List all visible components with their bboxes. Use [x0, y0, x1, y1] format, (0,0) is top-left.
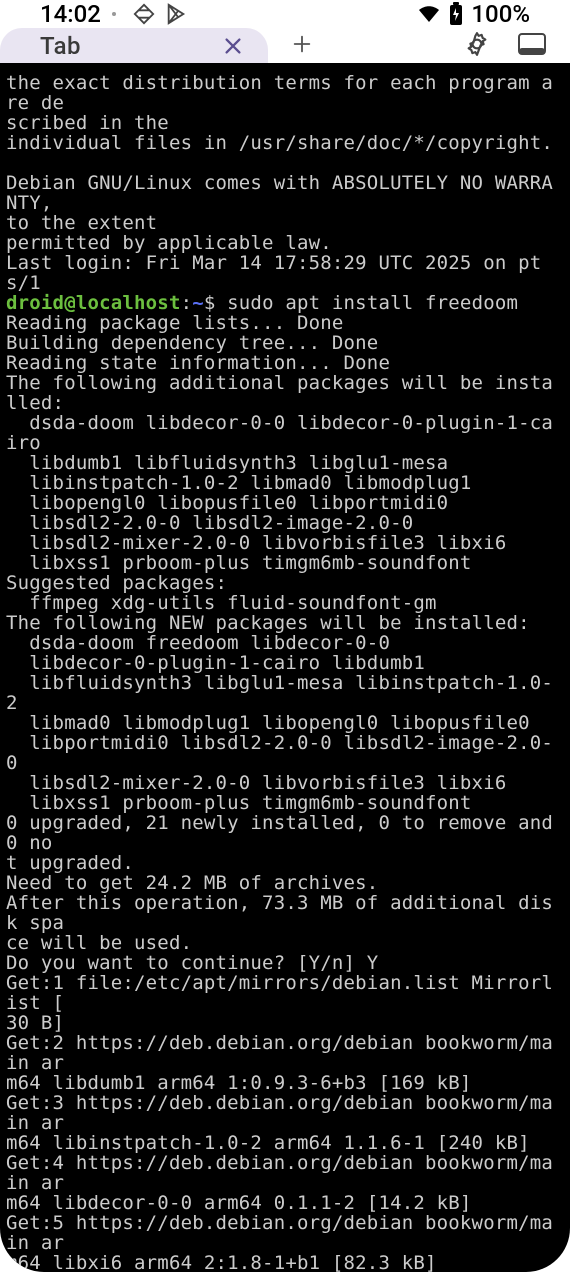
sidebar-toggle-icon[interactable] [518, 32, 546, 60]
term-line: 30 B] [6, 1012, 64, 1034]
clock: 14:02 [40, 0, 101, 28]
prompt-sep: : [181, 292, 193, 314]
term-line: m64 libdecor-0-0 arm64 0.1.1-2 [14.2 kB] [6, 1192, 472, 1214]
term-line: Last login: Fri Mar 14 17:58:29 UTC 2025… [6, 252, 541, 294]
term-line: libmad0 libmodplug1 libopengl0 libopusfi… [6, 712, 530, 734]
terminal-output[interactable]: the exact distribution terms for each pr… [0, 63, 570, 1272]
tab-bar: Tab [0, 28, 570, 63]
term-line: m64 libdumb1 arm64 1:0.9.3-6+b3 [169 kB] [6, 1072, 472, 1094]
term-line: dsda-doom libdecor-0-0 libdecor-0-plugin… [6, 412, 553, 454]
term-line: libdumb1 libfluidsynth3 libglu1-mesa [6, 452, 448, 474]
term-line: Debian GNU/Linux comes with ABSOLUTELY N… [6, 172, 553, 214]
term-line: Get:1 file:/etc/apt/mirrors/debian.list … [6, 972, 553, 1014]
term-line: to the extent [6, 212, 157, 234]
tab-active[interactable]: Tab [0, 28, 268, 63]
term-line: The following NEW packages will be insta… [6, 612, 530, 634]
term-line: libfluidsynth3 libglu1-mesa libinstpatch… [6, 672, 553, 714]
prompt-dollar: $ [204, 292, 227, 314]
battery-icon [449, 2, 463, 26]
term-command: sudo apt install freedoom [227, 292, 518, 314]
tab-title: Tab [40, 32, 81, 60]
term-line: the exact distribution terms for each pr… [6, 72, 553, 114]
term-line: Reading state information... Done [6, 352, 390, 374]
term-line: m64 libinstpatch-1.0-2 arm64 1.1.6-1 [24… [6, 1132, 530, 1154]
term-line: Need to get 24.2 MB of archives. [6, 872, 378, 894]
term-line: libdecor-0-plugin-1-cairo libdumb1 [6, 652, 425, 674]
term-line: libxss1 prboom-plus timgm6mb-soundfont [6, 552, 472, 574]
term-line: Get:3 https://deb.debian.org/debian book… [6, 1092, 553, 1134]
term-line: libopengl0 libopusfile0 libportmidi0 [6, 492, 448, 514]
diamond-icon [133, 3, 155, 25]
term-line: permitted by applicable law. [6, 232, 332, 254]
term-line: m64 libxi6 arm64 2:1.8-1+b1 [82.3 kB] [6, 1252, 437, 1272]
term-line: individual files in /usr/share/doc/*/cop… [6, 132, 553, 154]
term-line: libsdl2-mixer-2.0-0 libvorbisfile3 libxi… [6, 772, 506, 794]
term-line: Get:5 https://deb.debian.org/debian book… [6, 1212, 553, 1254]
term-line: libsdl2-2.0-0 libsdl2-image-2.0-0 [6, 512, 413, 534]
term-line: t upgraded. [6, 852, 134, 874]
term-line: libsdl2-mixer-2.0-0 libvorbisfile3 libxi… [6, 532, 506, 554]
term-line: Reading package lists... Done [6, 312, 344, 334]
term-line: The following additional packages will b… [6, 372, 553, 414]
term-line: Suggested packages: [6, 572, 227, 594]
term-line: libinstpatch-1.0-2 libmad0 libmodplug1 [6, 472, 472, 494]
term-line: libportmidi0 libsdl2-2.0-0 libsdl2-image… [6, 732, 553, 774]
battery-percent: 100% [471, 0, 530, 28]
play-store-icon [165, 3, 187, 25]
term-line: ce will be used. [6, 932, 192, 954]
status-bar: 14:02 100% [0, 0, 570, 28]
term-line: Get:2 https://deb.debian.org/debian book… [6, 1032, 553, 1074]
gear-icon[interactable] [464, 31, 490, 61]
term-line: 0 upgraded, 21 newly installed, 0 to rem… [6, 812, 565, 854]
term-line: dsda-doom freedoom libdecor-0-0 [6, 632, 390, 654]
wifi-icon [417, 2, 441, 26]
term-line: libxss1 prboom-plus timgm6mb-soundfont [6, 792, 472, 814]
close-icon[interactable] [222, 35, 244, 57]
unknown-small-icon [111, 8, 123, 20]
prompt-tilde: ~ [192, 292, 204, 314]
term-line: Get:4 https://deb.debian.org/debian book… [6, 1152, 553, 1194]
term-line: scribed in the [6, 112, 169, 134]
term-line: ffmpeg xdg-utils fluid-soundfont-gm [6, 592, 437, 614]
term-line: Do you want to continue? [Y/n] Y [6, 952, 378, 974]
term-line: After this operation, 73.3 MB of additio… [6, 892, 553, 934]
prompt-user: droid@localhost [6, 292, 181, 314]
new-tab-button[interactable] [278, 28, 326, 63]
term-line: Building dependency tree... Done [6, 332, 378, 354]
